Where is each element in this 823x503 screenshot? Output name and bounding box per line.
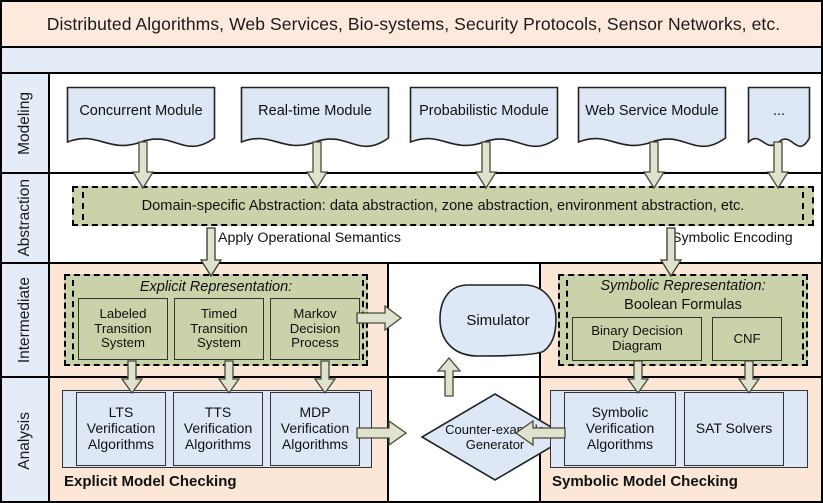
domain-abstraction-label: Domain-specific Abstraction: data abstra… xyxy=(141,198,745,214)
row-label-modeling-text: Modeling xyxy=(16,91,33,155)
arrow-cnf-to-sat-solvers xyxy=(737,360,761,395)
arrow-module1-to-abstraction xyxy=(131,141,155,190)
row-label-abstraction-text: Abstraction xyxy=(16,179,33,257)
sat-solvers-box[interactable]: SAT Solvers xyxy=(684,392,784,466)
arrow-abstraction-to-symbolic xyxy=(659,227,683,278)
tts-box[interactable]: Timed Transition System xyxy=(174,298,264,360)
row-label-abstraction: Abstraction xyxy=(2,174,50,262)
lts-verification-box[interactable]: LTS Verification Algorithms xyxy=(76,392,166,466)
domain-abstraction-inner: Domain-specific Abstraction: data abstra… xyxy=(82,192,804,220)
arrow-mdp-to-mdp-verification xyxy=(313,360,337,395)
bdd-box[interactable]: Binary Decision Diagram xyxy=(572,317,702,361)
arrow-symbolic-mc-to-ceg xyxy=(514,419,566,447)
explicit-model-checking-title: Explicit Model Checking xyxy=(64,473,237,490)
row-analysis: Analysis LTS Verification Algorithms TTS… xyxy=(2,378,821,501)
arrow-module3-to-abstraction xyxy=(474,141,498,190)
arrow-explicit-mc-to-ceg xyxy=(356,419,408,447)
row-modeling: Modeling Concurrent Module Real-time Mod… xyxy=(2,74,821,174)
module-probabilistic-label: Probabilistic Module xyxy=(419,102,549,119)
cnf-box[interactable]: CNF xyxy=(712,317,782,361)
row-abstraction: Abstraction Domain-specific Abstraction:… xyxy=(2,174,821,264)
explicit-representation-title: Explicit Representation: xyxy=(139,279,293,295)
module-concurrent-label: Concurrent Module xyxy=(79,102,203,119)
arrow-tts-to-tts-verification xyxy=(217,360,241,395)
row-label-modeling: Modeling xyxy=(2,74,50,172)
architecture-diagram: Distributed Algorithms, Web Services, Bi… xyxy=(0,0,823,503)
apply-operational-semantics-label: Apply Operational Semantics xyxy=(218,230,401,246)
symbolic-verification-box[interactable]: Symbolic Verification Algorithms xyxy=(564,392,676,466)
module-realtime-label: Real-time Module xyxy=(258,102,372,119)
symbolic-representation-subtitle: Boolean Formulas xyxy=(624,297,742,313)
lts-box[interactable]: Labeled Transition System xyxy=(78,298,168,360)
row-label-intermediate: Intermediate xyxy=(2,264,50,376)
arrow-bdd-to-symbolic-verification xyxy=(626,360,650,395)
domain-abstraction-bar[interactable]: Domain-specific Abstraction: data abstra… xyxy=(72,186,814,226)
mdp-box[interactable]: Markov Decision Process xyxy=(270,298,360,360)
row-label-analysis: Analysis xyxy=(2,378,50,501)
tts-verification-box[interactable]: TTS Verification Algorithms xyxy=(173,392,263,466)
symbolic-encoding-label: Symbolic Encoding xyxy=(672,230,793,246)
mdp-verification-box[interactable]: MDP Verification Algorithms xyxy=(270,392,360,466)
arrow-module2-to-abstraction xyxy=(305,141,329,190)
header-blue-strip xyxy=(2,48,821,74)
row-abstraction-body: Domain-specific Abstraction: data abstra… xyxy=(50,174,821,262)
applications-header: Distributed Algorithms, Web Services, Bi… xyxy=(2,2,821,48)
symbolic-model-checking-title: Symbolic Model Checking xyxy=(552,473,738,490)
arrow-explicit-to-simulator xyxy=(356,304,403,332)
arrow-ceg-to-simulator xyxy=(436,356,462,397)
row-modeling-body: Concurrent Module Real-time Module Proba… xyxy=(50,74,821,172)
simulator-label: Simulator xyxy=(466,311,530,329)
arrow-module4-to-abstraction xyxy=(642,141,666,190)
arrow-lts-to-lts-verification xyxy=(120,360,144,395)
row-label-intermediate-text: Intermediate xyxy=(16,276,33,364)
arrow-abstraction-to-explicit xyxy=(199,227,223,278)
applications-header-text: Distributed Algorithms, Web Services, Bi… xyxy=(46,13,781,34)
arrow-module5-to-abstraction xyxy=(766,141,790,190)
symbolic-representation-title: Symbolic Representation: xyxy=(600,278,766,294)
row-label-analysis-text: Analysis xyxy=(16,411,33,470)
module-more-label: ... xyxy=(772,102,786,119)
module-webservice-label: Web Service Module xyxy=(585,102,719,119)
simulator-node[interactable]: Simulator xyxy=(438,281,558,359)
